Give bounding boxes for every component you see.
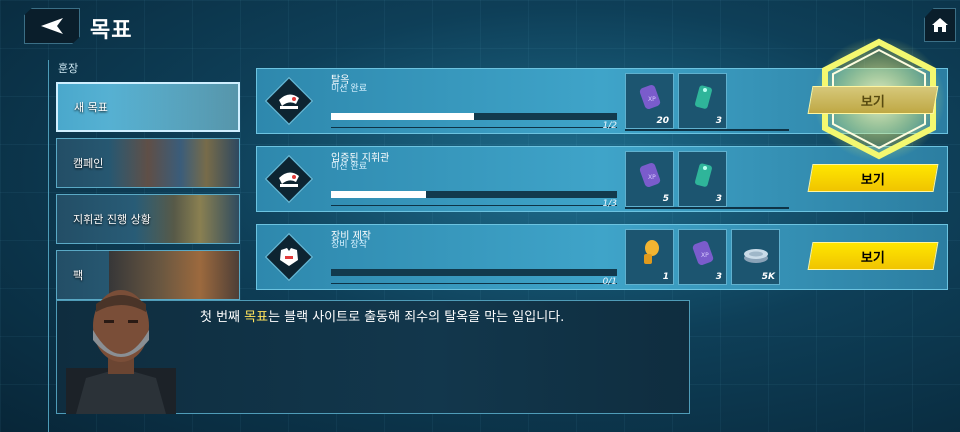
teal-dogtag-icon	[695, 85, 712, 109]
sidebar-item-label: 지휘관 진행 상황	[73, 213, 151, 226]
reward-item[interactable]: 3	[678, 151, 727, 207]
sidebar-item-label: 캠페인	[73, 157, 104, 170]
reward-quantity: 3	[715, 116, 722, 126]
mission-progress-bar	[331, 191, 617, 198]
purple-xp-tag-icon: XP	[692, 241, 714, 265]
reward-item[interactable]: 1	[625, 229, 674, 285]
gold-key-icon	[644, 240, 659, 264]
sidebar-header: 훈장	[58, 62, 79, 75]
gear-armor-icon	[265, 233, 313, 281]
mission-subtitle: 장비 장착	[331, 240, 367, 250]
reward-quantity: 5	[662, 194, 669, 204]
divider	[331, 283, 617, 284]
highlighted-keyword: 목표	[244, 310, 269, 325]
mission-subtitle: 미션 완료	[331, 84, 367, 94]
proven-commander-icon	[265, 155, 313, 203]
divider	[331, 127, 617, 128]
mission-progress-count: 1/2	[602, 121, 617, 131]
reward-quantity: 3	[715, 272, 722, 282]
mission-progress-bar	[331, 269, 617, 276]
reward-quantity: 1	[662, 272, 669, 282]
reward-quantity: 5K	[761, 272, 775, 282]
view-button[interactable]: 보기	[807, 86, 939, 114]
home-icon	[932, 18, 948, 32]
purple-xp-tag-icon: XP	[639, 85, 661, 109]
mission-progress-fill	[331, 113, 474, 120]
svg-text:XP: XP	[701, 252, 709, 259]
teal-dogtag-icon	[695, 163, 712, 187]
reward-item[interactable]: 3	[678, 73, 727, 129]
reward-quantity: 3	[715, 194, 722, 204]
view-button[interactable]: 보기	[807, 164, 939, 192]
reward-item[interactable]: 5K	[731, 229, 780, 285]
reward-item[interactable]: XP 3	[678, 229, 727, 285]
commander-portrait	[66, 290, 176, 414]
view-button[interactable]: 보기	[807, 242, 939, 270]
sidebar-item-new-objectives[interactable]: 새 목표	[56, 82, 240, 132]
sidebar-item-label: 팩	[73, 269, 84, 282]
reward-item[interactable]: XP 20	[625, 73, 674, 129]
jailbreak-icon	[265, 77, 313, 125]
divider	[331, 205, 617, 206]
commander-thumbnail	[108, 84, 238, 130]
dialog-text: 첫 번째 목표는 블랙 사이트로 출동해 죄수의 탈옥을 막는 일입니다.	[200, 310, 565, 325]
reward-quantity: 20	[656, 116, 669, 126]
reward-item[interactable]: XP 5	[625, 151, 674, 207]
reward-list: XP 20 3	[625, 73, 727, 131]
divider	[625, 129, 789, 131]
silver-coins-icon	[744, 249, 768, 263]
mission-progress-count: 0/1	[602, 277, 617, 287]
back-arrow-icon	[41, 18, 63, 34]
page-title: 목표	[90, 18, 133, 43]
purple-xp-tag-icon: XP	[639, 163, 661, 187]
reward-list: 1 XP 3 5K	[625, 229, 780, 287]
back-button[interactable]	[24, 8, 80, 44]
divider	[625, 207, 789, 209]
svg-text:XP: XP	[648, 174, 656, 181]
sidebar-item-commander-progress[interactable]: 지휘관 진행 상황	[56, 194, 240, 244]
sidebar-item-campaign[interactable]: 캠페인	[56, 138, 240, 188]
sidebar-item-label: 새 목표	[74, 101, 108, 114]
mission-progress-count: 1/3	[602, 199, 617, 209]
mission-progress-bar	[331, 113, 617, 120]
mission-progress-fill	[331, 191, 427, 198]
campaign-thumbnail	[109, 139, 239, 187]
svg-text:XP: XP	[648, 96, 656, 103]
mission-subtitle: 미션 완료	[331, 162, 367, 172]
reward-list: XP 5 3	[625, 151, 727, 209]
